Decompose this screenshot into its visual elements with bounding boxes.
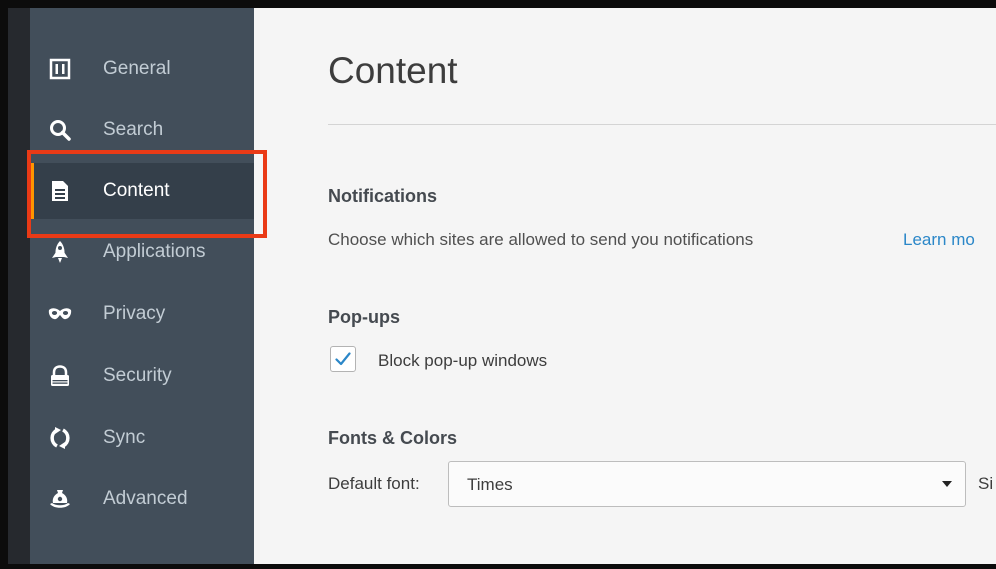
preferences-sidebar: General Search Content Applications Priv… [30, 8, 254, 564]
sync-icon [48, 426, 72, 450]
sidebar-item-label: Search [103, 119, 164, 140]
sidebar-item-label: Privacy [103, 303, 166, 324]
default-font-label: Default font: [328, 474, 420, 493]
font-size-label: Si [978, 474, 994, 493]
applications-icon [48, 240, 72, 264]
general-icon [48, 57, 72, 81]
sidebar-item-label: Applications [103, 241, 206, 262]
block-popups-label[interactable]: Block pop-up windows [378, 351, 547, 371]
sidebar-item-label: Sync [103, 427, 146, 448]
default-font-value: Times [467, 475, 513, 494]
sidebar-item-label: Security [103, 365, 172, 386]
sidebar-item-advanced[interactable]: Advanced [30, 471, 254, 527]
title-divider [328, 124, 996, 125]
notifications-description: Choose which sites are allowed to send y… [328, 230, 754, 249]
privacy-mask-icon [48, 302, 72, 326]
advanced-icon [48, 487, 72, 511]
sidebar-item-sync[interactable]: Sync [30, 410, 254, 466]
learn-more-link[interactable]: Learn mo [903, 230, 975, 250]
fonts-colors-heading: Fonts & Colors [328, 428, 457, 448]
sidebar-item-privacy[interactable]: Privacy [30, 286, 254, 342]
screenshot-frame: General Search Content Applications Priv… [0, 0, 996, 569]
sidebar-item-security[interactable]: Security [30, 348, 254, 404]
page-title: Content [328, 50, 458, 91]
sidebar-item-general[interactable]: General [30, 41, 254, 97]
highlight-box [27, 150, 267, 238]
block-popups-checkbox[interactable] [330, 346, 356, 372]
security-lock-icon [48, 364, 72, 388]
popups-heading: Pop-ups [328, 307, 400, 327]
preferences-window: General Search Content Applications Priv… [8, 8, 996, 564]
checkmark-icon [335, 352, 351, 366]
search-icon [48, 118, 72, 142]
notifications-heading: Notifications [328, 186, 438, 206]
sidebar-item-label: General [103, 58, 171, 79]
window-edge [8, 8, 30, 564]
sidebar-item-label: Advanced [103, 488, 188, 509]
content-pane: Content Notifications Choose which sites… [254, 8, 996, 564]
chevron-down-icon [942, 481, 952, 487]
default-font-select[interactable]: Times [448, 461, 966, 507]
